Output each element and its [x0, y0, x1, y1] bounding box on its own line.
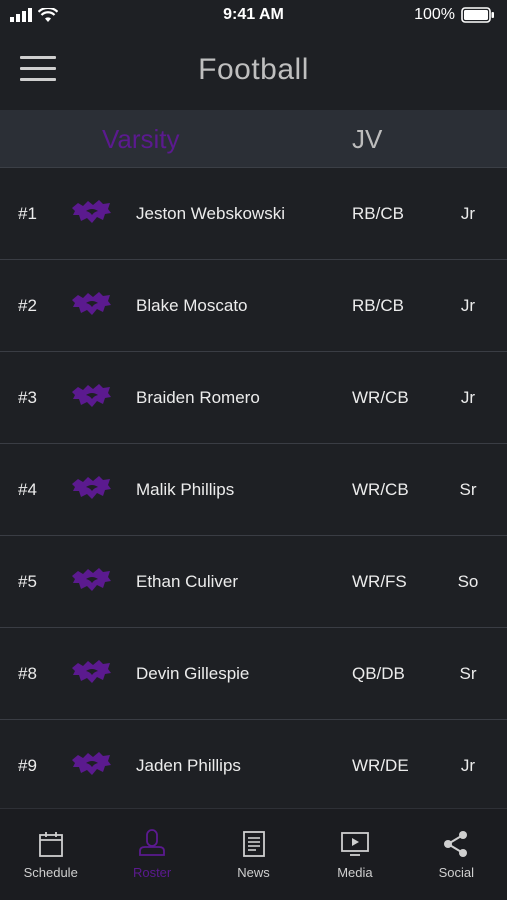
calendar-icon: [38, 832, 63, 857]
player-year: Sr: [459, 663, 477, 683]
tab-varsity[interactable]: Varsity: [102, 110, 180, 168]
player-name: Jaden Phillips: [136, 755, 241, 775]
roster-row[interactable]: #5 Ethan Culiver WR/FS So: [0, 536, 507, 628]
page-title: Football: [198, 53, 309, 86]
player-number: #9: [18, 755, 37, 775]
wildcat-logo-icon: [70, 659, 112, 685]
nav-media[interactable]: Media: [304, 809, 405, 900]
status-left: [10, 7, 58, 23]
newspaper-icon: [242, 831, 265, 857]
player-position: RB/CB: [352, 203, 404, 223]
nav-schedule[interactable]: Schedule: [0, 809, 101, 900]
roster-row[interactable]: #3 Braiden Romero WR/CB Jr: [0, 352, 507, 444]
status-bar: 9:41 AM 100%: [0, 0, 507, 30]
player-position: WR/DE: [352, 755, 409, 775]
player-year: Jr: [460, 755, 476, 775]
player-number: #5: [18, 571, 37, 591]
player-position: WR/CB: [352, 387, 409, 407]
share-icon: [444, 831, 468, 857]
nav-social[interactable]: Social: [406, 809, 507, 900]
player-year: So: [457, 571, 479, 591]
video-icon: [341, 832, 369, 856]
player-name: Devin Gillespie: [136, 663, 250, 683]
roster-row[interactable]: #8 Devin Gillespie QB/DB Sr: [0, 628, 507, 720]
player-name: Jeston Webskowski: [136, 203, 285, 223]
person-icon: [139, 829, 166, 856]
player-position: WR/CB: [352, 479, 409, 499]
roster-list: #1 Jeston Webskowski RB/CB Jr #2 Blake Moscat…: [0, 168, 507, 808]
nav-roster[interactable]: Roster: [101, 809, 202, 900]
roster-row[interactable]: #4 Malik Phillips WR/CB Sr: [0, 444, 507, 536]
roster-row[interactable]: #9 Jaden Phillips WR/DE Jr: [0, 720, 507, 808]
player-name: Braiden Romero: [136, 387, 260, 407]
app-header: Football: [0, 30, 507, 110]
roster-row[interactable]: #1 Jeston Webskowski RB/CB Jr: [0, 168, 507, 260]
player-position: QB/DB: [352, 663, 405, 683]
wildcat-logo-icon: [70, 567, 112, 593]
wifi-icon: [38, 7, 58, 22]
signal-icon: [10, 8, 32, 22]
wildcat-logo-icon: [70, 475, 112, 501]
wildcat-logo-icon: [70, 751, 112, 777]
wildcat-logo-icon: [70, 383, 112, 409]
wildcat-logo-icon: [70, 199, 112, 225]
battery-icon: [461, 7, 494, 23]
player-number: #3: [18, 387, 37, 407]
player-number: #8: [18, 663, 37, 683]
player-year: Jr: [460, 387, 476, 407]
player-name: Malik Phillips: [136, 479, 235, 499]
nav-media-label: Media: [337, 865, 373, 880]
player-number: #2: [18, 295, 37, 315]
player-year: Jr: [460, 295, 476, 315]
hamburger-menu-icon[interactable]: [20, 56, 58, 84]
player-name: Blake Moscato: [136, 295, 248, 315]
player-year: Jr: [460, 203, 476, 223]
bottom-nav: Schedule Roster News Media Social: [0, 808, 507, 900]
player-name: Ethan Culiver: [136, 571, 239, 591]
player-number: #4: [18, 479, 37, 499]
team-tabs: Varsity JV: [0, 110, 507, 168]
battery-percent: 100%: [414, 6, 455, 23]
nav-roster-label: Roster: [132, 865, 172, 880]
nav-news[interactable]: News: [203, 809, 304, 900]
nav-social-label: Social: [438, 865, 475, 880]
player-position: WR/FS: [352, 571, 407, 591]
player-number: #1: [18, 203, 37, 223]
wildcat-logo-icon: [70, 291, 112, 317]
player-year: Sr: [459, 479, 477, 499]
nav-news-label: News: [237, 865, 270, 880]
status-right: 100%: [414, 6, 495, 24]
roster-row[interactable]: #2 Blake Moscato RB/CB Jr: [0, 260, 507, 352]
nav-schedule-label: Schedule: [23, 865, 78, 880]
player-position: RB/CB: [352, 295, 404, 315]
tab-jv[interactable]: JV: [352, 110, 382, 168]
